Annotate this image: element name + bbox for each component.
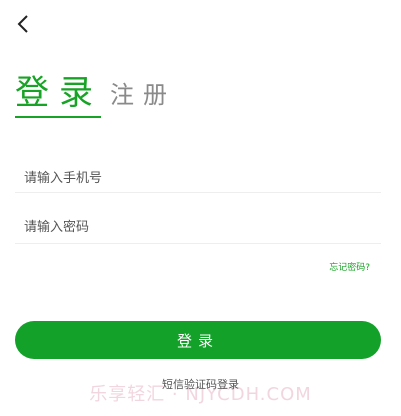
- phone-input[interactable]: [24, 165, 380, 191]
- tab-active-indicator: [15, 116, 101, 118]
- phone-divider: [15, 192, 381, 193]
- back-button[interactable]: [12, 12, 34, 36]
- sms-login-link[interactable]: 短信验证码登录: [0, 376, 401, 392]
- tab-login[interactable]: 登录: [15, 72, 103, 114]
- tab-register[interactable]: 注册: [110, 80, 176, 110]
- login-page: 登录 注册 忘记密码? 登录 乐享轻汇 · NJYCDH.COM 短信验证码登录: [0, 0, 401, 416]
- forgot-password-link[interactable]: 忘记密码?: [329, 260, 370, 273]
- chevron-left-icon: [17, 15, 28, 33]
- password-divider: [15, 243, 381, 244]
- password-input[interactable]: [24, 214, 380, 240]
- login-button[interactable]: 登录: [15, 321, 381, 359]
